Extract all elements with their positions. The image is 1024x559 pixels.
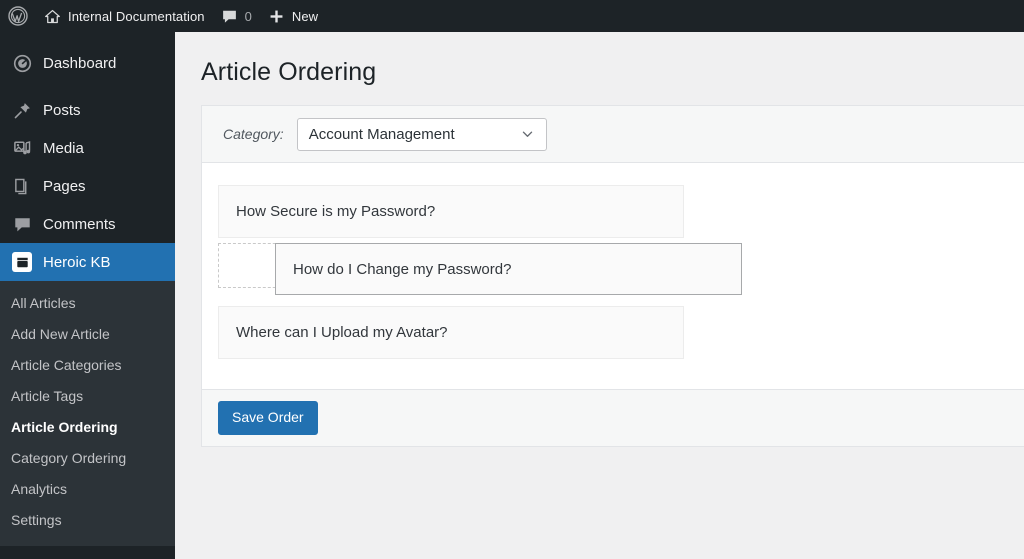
chevron-down-icon bbox=[520, 127, 535, 142]
sidebar-primary-group: Dashboard Posts Media Pages Comments Her… bbox=[0, 32, 175, 281]
media-icon bbox=[9, 139, 35, 158]
sidebar-item-label: Media bbox=[43, 139, 84, 157]
admin-bar: Internal Documentation 0 New bbox=[0, 0, 1024, 32]
article-ordering-card: Category: Account Management How Secure … bbox=[201, 105, 1024, 447]
dragged-list-item[interactable]: How do I Change my Password? bbox=[275, 243, 742, 295]
comments-button[interactable]: 0 bbox=[213, 0, 260, 32]
sidebar-item-label: Posts bbox=[43, 101, 81, 119]
sidebar-item-all-articles[interactable]: All Articles bbox=[0, 288, 175, 319]
card-header-toolbar: Category: Account Management bbox=[202, 106, 1024, 163]
sidebar-item-pages[interactable]: Pages bbox=[0, 167, 175, 205]
sidebar-item-label: Comments bbox=[43, 215, 116, 233]
plus-icon bbox=[268, 8, 285, 25]
comments-count: 0 bbox=[244, 8, 252, 24]
sidebar-item-media[interactable]: Media bbox=[0, 129, 175, 167]
wordpress-logo-button[interactable] bbox=[0, 0, 36, 32]
category-select[interactable]: Account Management bbox=[296, 117, 547, 151]
save-order-button[interactable]: Save Order bbox=[218, 400, 318, 436]
sidebar-item-analytics[interactable]: Analytics bbox=[0, 474, 175, 505]
main-content-area: Article Ordering Category: Account Manag… bbox=[175, 32, 1024, 559]
comment-bubble-icon bbox=[9, 215, 35, 234]
list-item[interactable]: How Secure is my Password? bbox=[218, 185, 684, 238]
pages-icon bbox=[9, 177, 35, 196]
sidebar-item-article-tags[interactable]: Article Tags bbox=[0, 381, 175, 412]
home-icon bbox=[44, 8, 61, 25]
sidebar-item-label: Pages bbox=[43, 177, 86, 195]
category-select-value: Account Management bbox=[308, 125, 455, 143]
card-footer: Save Order bbox=[202, 389, 1024, 446]
sidebar-item-label: Dashboard bbox=[43, 54, 117, 72]
sidebar-item-category-ordering[interactable]: Category Ordering bbox=[0, 443, 175, 474]
sidebar-item-comments[interactable]: Comments bbox=[0, 205, 175, 243]
sidebar-item-add-new-article[interactable]: Add New Article bbox=[0, 319, 175, 350]
sidebar-item-settings[interactable]: Settings bbox=[0, 505, 175, 536]
wordpress-logo-icon bbox=[8, 6, 28, 26]
sidebar-item-article-ordering[interactable]: Article Ordering bbox=[0, 412, 175, 443]
sidebar-divider bbox=[0, 82, 175, 91]
site-name-button[interactable]: Internal Documentation bbox=[36, 0, 213, 32]
list-item[interactable]: Where can I Upload my Avatar? bbox=[218, 306, 684, 359]
book-icon bbox=[9, 252, 35, 272]
new-content-button[interactable]: New bbox=[260, 0, 326, 32]
heroic-kb-submenu: All Articles Add New Article Article Cat… bbox=[0, 281, 175, 546]
pin-icon bbox=[9, 101, 35, 120]
sidebar-item-label: Heroic KB bbox=[43, 253, 111, 271]
sidebar-item-article-categories[interactable]: Article Categories bbox=[0, 350, 175, 381]
site-name-label: Internal Documentation bbox=[68, 8, 205, 24]
category-label: Category: bbox=[223, 126, 284, 142]
page-title: Article Ordering bbox=[201, 58, 377, 86]
sidebar-item-posts[interactable]: Posts bbox=[0, 91, 175, 129]
comment-bubble-icon bbox=[221, 8, 238, 25]
dashboard-icon bbox=[9, 54, 35, 73]
dragged-list-item-label: How do I Change my Password? bbox=[293, 260, 512, 278]
sidebar-item-heroic-kb[interactable]: Heroic KB bbox=[0, 243, 175, 281]
list-item-label: Where can I Upload my Avatar? bbox=[236, 324, 448, 341]
list-item-label: How Secure is my Password? bbox=[236, 203, 436, 220]
admin-sidebar-menu: Dashboard Posts Media Pages Comments Her… bbox=[0, 32, 175, 559]
sidebar-item-dashboard[interactable]: Dashboard bbox=[0, 44, 175, 82]
new-content-label: New bbox=[291, 8, 319, 24]
card-body: How Secure is my Password? Where can I U… bbox=[202, 163, 1024, 389]
